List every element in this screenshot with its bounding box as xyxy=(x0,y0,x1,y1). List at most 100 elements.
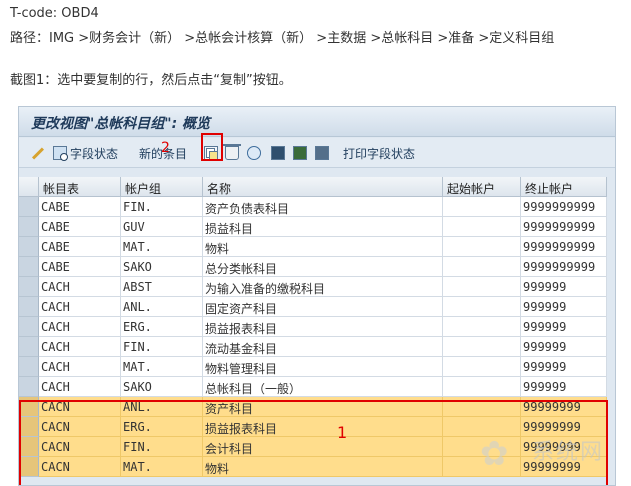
cell-to-account[interactable]: 9999999999 xyxy=(521,197,607,217)
cell-group[interactable]: ERG. xyxy=(121,317,203,337)
select-block-icon xyxy=(293,146,307,160)
cell-group[interactable]: SAKO xyxy=(121,257,203,277)
cell-from-account[interactable] xyxy=(443,297,521,317)
column-header-name[interactable]: 名称 xyxy=(203,177,443,197)
copy-button-annotation-box xyxy=(201,133,223,161)
table-row[interactable]: CACH MAT. 物料管理科目 999999 xyxy=(19,357,615,377)
table-row[interactable]: CABE MAT. 物料 9999999999 xyxy=(19,237,615,257)
cell-name[interactable]: 为输入准备的缴税科目 xyxy=(203,277,443,297)
cell-chart[interactable]: CACH xyxy=(39,357,121,377)
cell-name[interactable]: 流动基金科目 xyxy=(203,337,443,357)
field-status-label: 字段状态 xyxy=(70,146,119,161)
column-header-to-account[interactable]: 终止帐户 xyxy=(521,177,607,197)
select-all-rows-corner[interactable] xyxy=(19,177,39,197)
sap-window: 更改视图"总帐科目组": 概览 字段状态 新的条目 打印字段状态 2 帐目表 帐… xyxy=(18,106,616,486)
trash-icon xyxy=(223,144,241,160)
cell-name[interactable]: 损益科目 xyxy=(203,217,443,237)
cell-to-account[interactable]: 9999999999 xyxy=(521,257,607,277)
cell-to-account[interactable]: 999999 xyxy=(521,277,607,297)
undo-button[interactable] xyxy=(247,144,261,162)
row-selector[interactable] xyxy=(19,217,39,237)
select-all-button[interactable] xyxy=(271,144,285,162)
row-selector[interactable] xyxy=(19,297,39,317)
cell-name[interactable]: 损益报表科目 xyxy=(203,317,443,337)
cell-to-account[interactable]: 999999 xyxy=(521,297,607,317)
cell-name[interactable]: 资产负债表科目 xyxy=(203,197,443,217)
row-selector[interactable] xyxy=(19,237,39,257)
table-row[interactable]: CABE FIN. 资产负债表科目 9999999999 xyxy=(19,197,615,217)
select-block-button[interactable] xyxy=(293,144,307,162)
table-row[interactable]: CACH SAKO 总帐科目（一般） 999999 xyxy=(19,377,615,397)
print-field-status-label: 打印字段状态 xyxy=(343,146,416,161)
pencil-icon xyxy=(29,146,43,160)
cell-chart[interactable]: CACH xyxy=(39,377,121,397)
cell-chart[interactable]: CACH xyxy=(39,297,121,317)
cell-chart[interactable]: CACH xyxy=(39,277,121,297)
cell-from-account[interactable] xyxy=(443,197,521,217)
cell-from-account[interactable] xyxy=(443,257,521,277)
cell-name[interactable]: 物料管理科目 xyxy=(203,357,443,377)
watermark: ✿ 系统网 xyxy=(480,430,630,480)
cell-to-account[interactable]: 999999 xyxy=(521,357,607,377)
table-row[interactable]: CACH FIN. 流动基金科目 999999 xyxy=(19,337,615,357)
row-selector[interactable] xyxy=(19,357,39,377)
cell-to-account[interactable]: 9999999999 xyxy=(521,217,607,237)
row-selector[interactable] xyxy=(19,377,39,397)
cell-group[interactable]: MAT. xyxy=(121,237,203,257)
cell-from-account[interactable] xyxy=(443,377,521,397)
cell-from-account[interactable] xyxy=(443,237,521,257)
row-selector[interactable] xyxy=(19,277,39,297)
cell-group[interactable]: FIN. xyxy=(121,337,203,357)
cell-name[interactable]: 总分类帐科目 xyxy=(203,257,443,277)
table-row[interactable]: CABE SAKO 总分类帐科目 9999999999 xyxy=(19,257,615,277)
table-row[interactable]: CACH ERG. 损益报表科目 999999 xyxy=(19,317,615,337)
cell-name[interactable]: 总帐科目（一般） xyxy=(203,377,443,397)
cell-to-account[interactable]: 9999999999 xyxy=(521,237,607,257)
cell-to-account[interactable]: 999999 xyxy=(521,317,607,337)
cell-name[interactable]: 物料 xyxy=(203,237,443,257)
cell-chart[interactable]: CABE xyxy=(39,217,121,237)
cell-group[interactable]: SAKO xyxy=(121,377,203,397)
cell-chart[interactable]: CACH xyxy=(39,317,121,337)
cell-chart[interactable]: CABE xyxy=(39,237,121,257)
application-toolbar: 字段状态 新的条目 打印字段状态 xyxy=(19,138,615,168)
screenshot-caption: 截图1：选中要复制的行，然后点击“复制”按钮。 xyxy=(10,73,292,88)
annotation-step-2: 2 xyxy=(161,140,170,156)
cell-chart[interactable]: CABE xyxy=(39,197,121,217)
column-header-from-account[interactable]: 起始帐户 xyxy=(443,177,521,197)
cell-to-account[interactable]: 999999 xyxy=(521,377,607,397)
row-selector[interactable] xyxy=(19,337,39,357)
cell-from-account[interactable] xyxy=(443,277,521,297)
cell-group[interactable]: MAT. xyxy=(121,357,203,377)
select-all-icon xyxy=(271,146,285,160)
cell-name[interactable]: 固定资产科目 xyxy=(203,297,443,317)
cell-group[interactable]: ANL. xyxy=(121,297,203,317)
window-title: 更改视图"总帐科目组": 概览 xyxy=(31,116,211,132)
cell-from-account[interactable] xyxy=(443,337,521,357)
table-row[interactable]: CACH ANL. 固定资产科目 999999 xyxy=(19,297,615,317)
column-header-chart[interactable]: 帐目表 xyxy=(39,177,121,197)
cell-chart[interactable]: CACH xyxy=(39,337,121,357)
row-selector[interactable] xyxy=(19,257,39,277)
field-status-icon xyxy=(53,146,68,161)
cell-from-account[interactable] xyxy=(443,317,521,337)
cell-from-account[interactable] xyxy=(443,217,521,237)
table-row[interactable]: CABE GUV 损益科目 9999999999 xyxy=(19,217,615,237)
column-header-group[interactable]: 帐户组 xyxy=(121,177,203,197)
cell-group[interactable]: ABST xyxy=(121,277,203,297)
table-row[interactable]: CACH ABST 为输入准备的缴税科目 999999 xyxy=(19,277,615,297)
deselect-all-icon xyxy=(315,146,329,160)
edit-pencil-button[interactable] xyxy=(29,144,43,162)
print-field-status-button[interactable]: 打印字段状态 xyxy=(343,144,415,162)
cell-to-account[interactable]: 999999 xyxy=(521,337,607,357)
field-status-button[interactable]: 字段状态 xyxy=(53,144,118,162)
cell-from-account[interactable] xyxy=(443,357,521,377)
cell-group[interactable]: FIN. xyxy=(121,197,203,217)
cell-group[interactable]: GUV xyxy=(121,217,203,237)
deselect-all-button[interactable] xyxy=(315,144,329,162)
row-selector[interactable] xyxy=(19,197,39,217)
undo-icon xyxy=(247,146,261,160)
delete-button[interactable] xyxy=(223,144,241,162)
cell-chart[interactable]: CABE xyxy=(39,257,121,277)
row-selector[interactable] xyxy=(19,317,39,337)
